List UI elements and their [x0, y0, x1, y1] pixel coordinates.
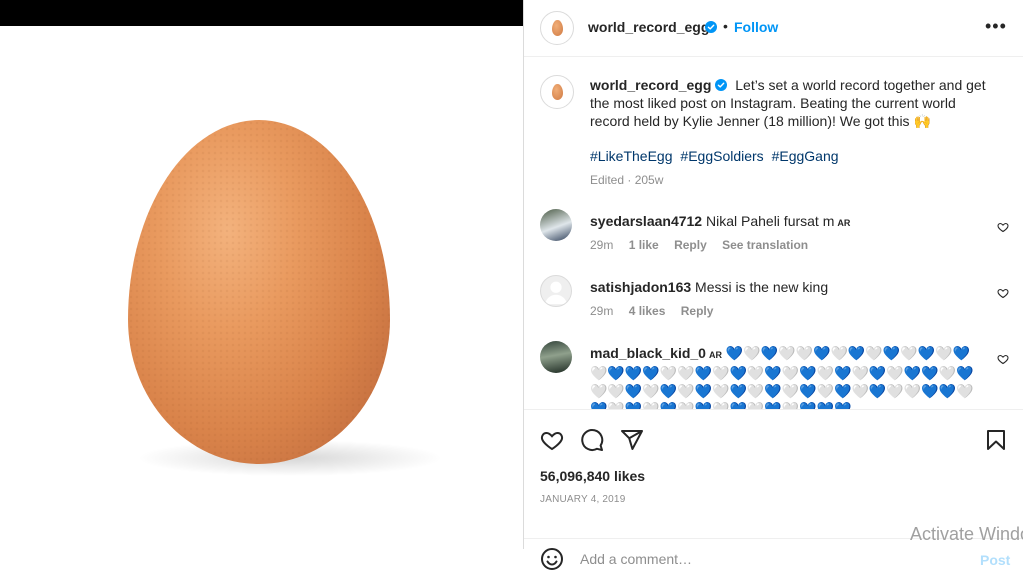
- comment-time: 29m: [590, 304, 614, 318]
- header-username[interactable]: world_record_egg: [588, 19, 709, 35]
- like-comment-heart-icon[interactable]: [997, 353, 1009, 365]
- post-media[interactable]: [0, 0, 523, 549]
- caption-avatar[interactable]: [540, 75, 574, 109]
- media-top-bar: [0, 0, 523, 26]
- commenter-avatar[interactable]: [540, 275, 572, 307]
- comment-body: Nikal Paheli fursat m: [705, 213, 835, 229]
- comment-time: 29m: [590, 238, 614, 252]
- like-heart-icon[interactable]: [540, 428, 564, 452]
- verified-badge-icon: [715, 79, 728, 91]
- save-bookmark-icon[interactable]: [984, 428, 1008, 452]
- comment-likes[interactable]: 1 like: [629, 238, 659, 252]
- caption-text: world_record_egg Let’s set a world recor…: [590, 76, 990, 130]
- post-panel: world_record_egg • Follow ••• world_reco…: [524, 0, 1023, 570]
- hashtag-liketheegg[interactable]: #LikeTheEgg: [590, 148, 673, 164]
- activate-windows-watermark: Activate Windows: [910, 524, 1023, 544]
- comment-bubble-icon[interactable]: [580, 428, 604, 452]
- default-avatar-icon: [544, 281, 568, 305]
- comment-username[interactable]: mad_black_kid_0: [590, 345, 706, 361]
- post-header: world_record_egg • Follow •••: [524, 0, 1023, 57]
- egg-image: [128, 120, 390, 464]
- comment-text: syedarslaan4712 Nikal Paheli fursat m AR: [590, 212, 970, 232]
- edited-timestamp: Edited · 205w: [590, 173, 664, 187]
- more-options-icon[interactable]: •••: [985, 16, 1007, 37]
- comment-likes[interactable]: 4 likes: [629, 304, 666, 318]
- share-paper-plane-icon[interactable]: [620, 428, 644, 452]
- post-comment-button[interactable]: Post: [980, 552, 1010, 568]
- hashtag-eggsoldiers[interactable]: #EggSoldiers: [680, 148, 763, 164]
- comment-meta: 29m 4 likes Reply: [590, 304, 725, 318]
- see-translation-button[interactable]: See translation: [722, 238, 808, 252]
- comment-meta: 29m 1 like Reply See translation: [590, 238, 820, 252]
- ar-badge: AR: [837, 218, 851, 228]
- emoji-icon[interactable]: [540, 547, 564, 571]
- like-comment-heart-icon[interactable]: [997, 287, 1009, 299]
- caption-username[interactable]: world_record_egg: [590, 77, 711, 93]
- commenter-avatar[interactable]: [540, 341, 572, 373]
- reply-button[interactable]: Reply: [674, 238, 707, 252]
- commenter-avatar[interactable]: [540, 209, 572, 241]
- ar-badge: AR: [708, 350, 722, 360]
- post-date: JANUARY 4, 2019: [540, 494, 626, 505]
- hashtags: #LikeTheEgg #EggSoldiers #EggGang: [590, 148, 843, 164]
- comment-text: mad_black_kid_0 AR 💙🤍💙🤍🤍💙🤍💙🤍💙🤍💙🤍💙🤍💙💙💙🤍🤍💙🤍…: [590, 344, 974, 409]
- comment-text: satishjadon163 Messi is the new king: [590, 278, 970, 296]
- comment-username[interactable]: satishjadon163: [590, 279, 691, 295]
- header-separator: •: [723, 18, 728, 34]
- likes-count[interactable]: 56,096,840 likes: [540, 468, 645, 484]
- like-comment-heart-icon[interactable]: [997, 221, 1009, 233]
- add-comment-input[interactable]: Add a comment…: [580, 551, 692, 567]
- comments-list[interactable]: syedarslaan4712 Nikal Paheli fursat m AR …: [524, 195, 1023, 409]
- comment-username[interactable]: syedarslaan4712: [590, 213, 702, 229]
- reply-button[interactable]: Reply: [681, 304, 714, 318]
- verified-badge-icon: [705, 21, 717, 33]
- follow-button[interactable]: Follow: [734, 19, 778, 35]
- comment-body: Messi is the new king: [695, 279, 829, 295]
- raised-hands-emoji: 🙌: [913, 113, 931, 129]
- hashtag-egggang[interactable]: #EggGang: [772, 148, 839, 164]
- avatar[interactable]: [540, 11, 574, 45]
